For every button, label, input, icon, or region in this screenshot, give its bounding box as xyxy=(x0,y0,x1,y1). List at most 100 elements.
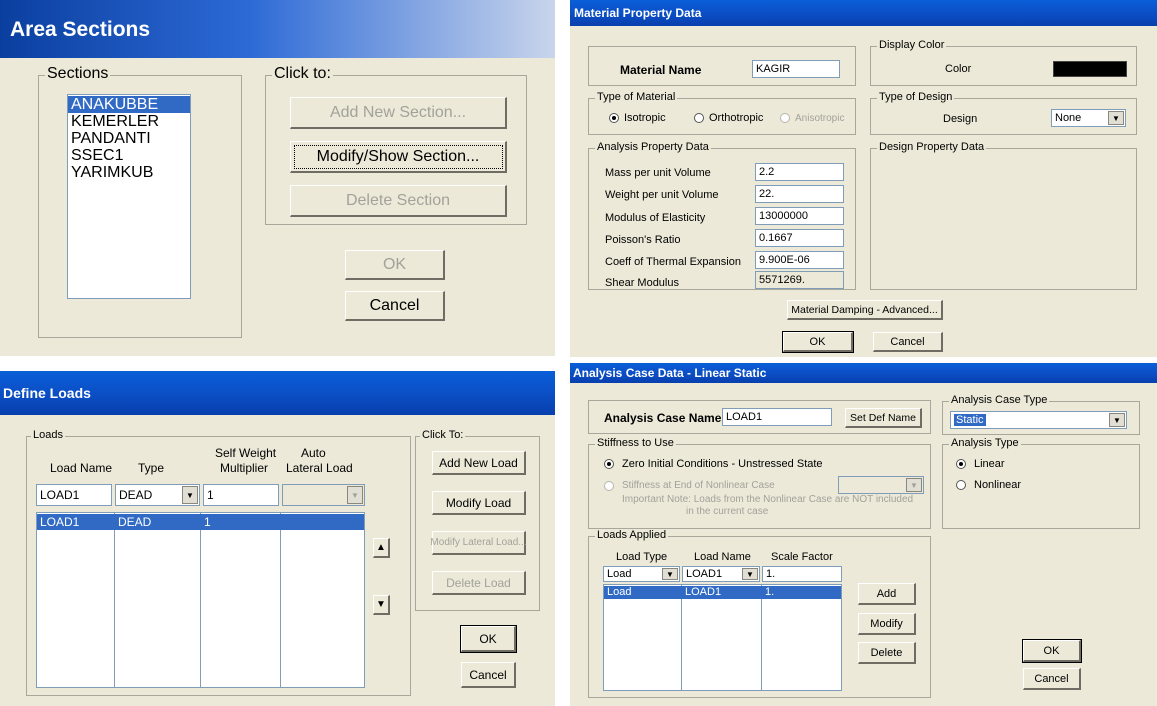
list-item[interactable]: SSEC1 xyxy=(68,147,190,164)
linear-label: Linear xyxy=(974,458,1005,470)
color-label: Color xyxy=(945,63,972,75)
chevron-down-icon[interactable]: ▼ xyxy=(662,568,678,580)
define-loads-dialog: Define Loads Loads Load Name Type Self W… xyxy=(0,371,555,706)
case-type-value: Static xyxy=(954,414,986,426)
delete-load-button[interactable]: Delete Load xyxy=(432,571,526,595)
ok-button[interactable]: OK xyxy=(1022,639,1082,663)
zero-initial-radio[interactable] xyxy=(604,459,614,469)
display-color-title: Display Color xyxy=(877,39,947,51)
poisson-input[interactable]: 0.1667 xyxy=(755,229,844,247)
loads-applied-title: Loads Applied xyxy=(595,529,669,541)
anisotropic-radio[interactable] xyxy=(780,113,790,123)
chevron-down-icon[interactable]: ▼ xyxy=(1108,111,1124,125)
col-scale-factor: Scale Factor xyxy=(771,551,833,563)
stiffness-end-radio[interactable] xyxy=(604,481,614,491)
ok-button[interactable]: OK xyxy=(782,331,854,353)
chevron-down-icon[interactable]: ▼ xyxy=(1109,413,1125,427)
arrow-up-icon: ▲ xyxy=(376,542,386,553)
move-up-button[interactable]: ▲ xyxy=(373,538,390,558)
analysis-case-type-select[interactable]: Static ▼ xyxy=(950,411,1127,429)
delete-section-button[interactable]: Delete Section xyxy=(290,185,507,217)
dialog-title: Material Property Data xyxy=(574,6,702,20)
prop-label: Weight per unit Volume xyxy=(605,189,719,201)
chevron-down-icon[interactable]: ▼ xyxy=(182,486,198,504)
design-property-title: Design Property Data xyxy=(877,141,987,153)
ok-button[interactable]: OK xyxy=(460,625,517,653)
list-item[interactable]: KEMERLER xyxy=(68,113,190,130)
ok-button[interactable]: OK xyxy=(345,250,445,280)
self-weight-input[interactable]: 1 xyxy=(203,484,279,506)
cancel-button[interactable]: Cancel xyxy=(873,332,943,352)
analysis-case-type-title: Analysis Case Type xyxy=(949,394,1050,406)
analysis-case-name-input[interactable]: LOAD1 xyxy=(722,408,832,426)
col-load-type: Load Type xyxy=(616,551,668,563)
chevron-down-icon[interactable]: ▼ xyxy=(347,486,363,504)
type-of-material-title: Type of Material xyxy=(595,91,678,103)
shear-modulus-field: 5571269. xyxy=(755,271,844,289)
chevron-down-icon[interactable]: ▼ xyxy=(742,568,758,580)
add-new-load-button[interactable]: Add New Load xyxy=(432,451,526,475)
modify-show-section-button[interactable]: Modify/Show Section... xyxy=(290,141,507,173)
design-property-group: Design Property Data xyxy=(870,141,1137,290)
sections-group-title: Sections xyxy=(45,65,111,83)
list-item[interactable]: PANDANTI xyxy=(68,130,190,147)
click-to-group-title: Click To: xyxy=(420,429,466,441)
load-type-value: Load xyxy=(607,568,632,580)
design-label: Design xyxy=(943,113,978,125)
modify-lateral-load-button[interactable]: Modify Lateral Load... xyxy=(430,531,527,555)
nonlinear-case-select[interactable]: ▼ xyxy=(838,476,924,494)
load-type-select[interactable]: Load ▼ xyxy=(603,566,680,582)
col-type: Type xyxy=(138,461,165,475)
row-scale-factor: 1. xyxy=(765,586,775,598)
load-name-select[interactable]: LOAD1 ▼ xyxy=(682,566,760,582)
cancel-button[interactable]: Cancel xyxy=(461,662,516,688)
orthotropic-label: Orthotropic xyxy=(709,112,764,124)
weight-input[interactable]: 22. xyxy=(755,185,844,203)
isotropic-radio[interactable] xyxy=(609,113,619,123)
sections-list[interactable]: ANAKUBBE KEMERLER PANDANTI SSEC1 YARIMKU… xyxy=(67,94,191,299)
area-sections-titlebar: Area Sections xyxy=(0,0,555,58)
col-self-weight-2: Multiplier xyxy=(220,461,269,475)
linear-radio[interactable] xyxy=(956,459,966,469)
analysis-case-titlebar: Analysis Case Data - Linear Static xyxy=(570,363,1157,383)
modify-button[interactable]: Modify xyxy=(858,613,916,635)
material-name-label: Material Name xyxy=(620,63,702,77)
analysis-type-title: Analysis Type xyxy=(949,437,1021,449)
row-self-weight: 1 xyxy=(204,515,211,529)
design-select[interactable]: None ▼ xyxy=(1051,109,1126,127)
col-auto-1: Auto xyxy=(301,446,326,460)
chevron-down-icon[interactable]: ▼ xyxy=(906,478,922,492)
cancel-button[interactable]: Cancel xyxy=(1023,668,1081,690)
design-select-value: None xyxy=(1055,112,1082,124)
auto-lateral-select[interactable]: ▼ xyxy=(282,484,365,506)
sections-group: Sections ANAKUBBE KEMERLER PANDANTI SSEC… xyxy=(38,65,242,338)
cancel-button[interactable]: Cancel xyxy=(345,291,445,321)
analysis-type-group: Analysis Type xyxy=(942,437,1140,529)
thermal-input[interactable]: 9.900E-06 xyxy=(755,251,844,269)
load-type-select[interactable]: DEAD ▼ xyxy=(115,484,200,506)
list-item[interactable]: ANAKUBBE xyxy=(68,96,190,113)
material-name-input[interactable]: KAGIR xyxy=(752,60,840,78)
scale-factor-input[interactable]: 1. xyxy=(762,566,842,582)
delete-button[interactable]: Delete xyxy=(858,642,916,664)
mass-input[interactable]: 2.2 xyxy=(755,163,844,181)
modify-load-button[interactable]: Modify Load xyxy=(432,491,526,515)
loads-group-title: Loads xyxy=(31,429,65,441)
table-row[interactable]: LOAD1 DEAD 1 xyxy=(37,514,364,530)
material-damping-button[interactable]: Material Damping - Advanced... xyxy=(787,300,943,320)
move-down-button[interactable]: ▼ xyxy=(373,595,390,615)
modulus-input[interactable]: 13000000 xyxy=(755,207,844,225)
color-swatch[interactable] xyxy=(1053,61,1127,77)
nonlinear-radio[interactable] xyxy=(956,480,966,490)
add-button[interactable]: Add xyxy=(858,583,916,605)
list-item[interactable]: YARIMKUB xyxy=(68,164,190,181)
load-name-input[interactable]: LOAD1 xyxy=(36,484,112,506)
stiffness-group-title: Stiffness to Use xyxy=(595,437,676,449)
add-new-section-button[interactable]: Add New Section... xyxy=(290,97,507,129)
table-row[interactable]: Load LOAD1 1. xyxy=(604,586,841,599)
set-def-name-button[interactable]: Set Def Name xyxy=(845,408,922,428)
dialog-title: Define Loads xyxy=(3,385,91,401)
loads-applied-table: Load LOAD1 1. xyxy=(603,584,842,691)
orthotropic-radio[interactable] xyxy=(694,113,704,123)
col-auto-2: Lateral Load xyxy=(286,461,353,475)
